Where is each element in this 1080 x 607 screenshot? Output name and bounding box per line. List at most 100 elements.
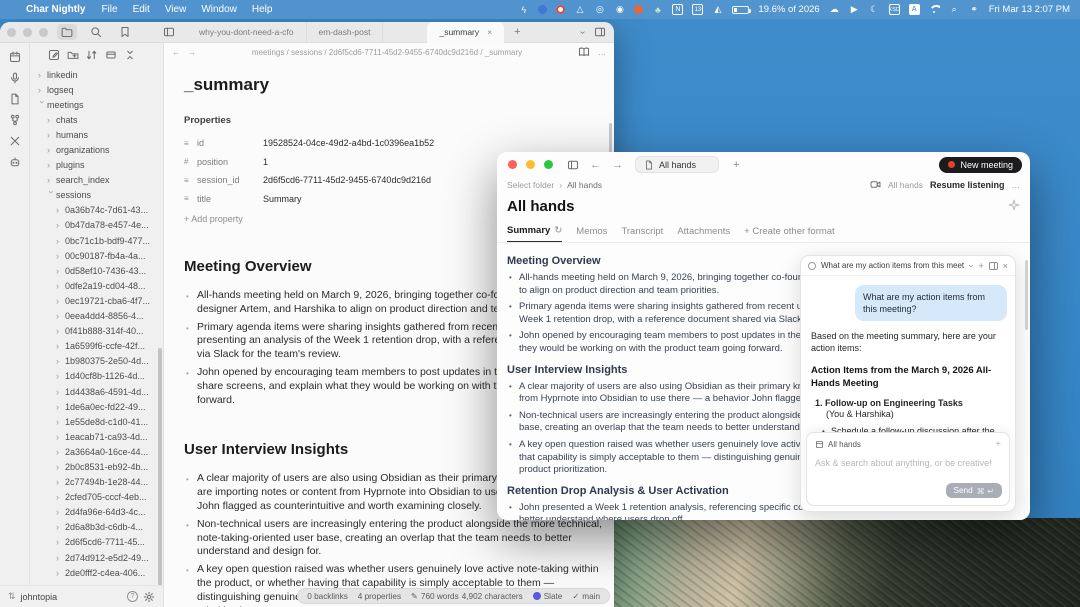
chevron-right-icon[interactable]: ›: [56, 568, 65, 578]
dice-x-icon[interactable]: [9, 135, 21, 147]
tree-icon[interactable]: ♣: [652, 4, 663, 15]
mountain-icon[interactable]: ◭: [712, 4, 723, 15]
explorer-scrollbar[interactable]: [158, 348, 162, 585]
new-chat-icon[interactable]: +: [978, 261, 983, 271]
tree-session-folder[interactable]: ›1d4438a6-4591-4d...: [30, 384, 163, 399]
breadcrumb[interactable]: meetings / sessions / 2d6f5cd6-7711-45d2…: [204, 48, 570, 57]
tab-close-icon[interactable]: ×: [487, 27, 492, 37]
tree-session-folder[interactable]: ›0b47da78-e457-4e...: [30, 218, 163, 233]
app-menu-title[interactable]: Char Nightly: [26, 4, 85, 15]
properties-count[interactable]: 4 properties: [358, 592, 401, 601]
tree-session-folder[interactable]: ›0a36b74c-7d61-43...: [30, 203, 163, 218]
microphone-icon[interactable]: [9, 72, 21, 84]
back-arrow-icon[interactable]: ←: [590, 159, 601, 171]
more-options-icon[interactable]: …: [1012, 180, 1021, 190]
new-tab-button[interactable]: +: [733, 159, 739, 171]
bot-icon[interactable]: [9, 156, 21, 168]
chevron-right-icon[interactable]: ›: [56, 447, 65, 457]
menu-help[interactable]: Help: [252, 4, 273, 15]
tree-folder-sessions[interactable]: ›sessions: [30, 188, 163, 203]
git-branch-label[interactable]: main: [582, 592, 600, 601]
collapse-all-icon[interactable]: [124, 49, 136, 61]
menu-edit[interactable]: Edit: [133, 4, 150, 15]
chat-thread-title[interactable]: What are my action items from this meet.…: [821, 261, 965, 270]
chevron-right-icon[interactable]: ›: [56, 477, 65, 487]
add-context-icon[interactable]: +: [995, 439, 1001, 450]
tree-folder[interactable]: ›logseq: [30, 82, 163, 97]
tree-session-folder[interactable]: ›0dfe2a19-cd04-48...: [30, 278, 163, 293]
chevron-right-icon[interactable]: ›: [56, 356, 65, 366]
tree-session-folder[interactable]: ›2de0fff2-c4ea-406...: [30, 565, 163, 580]
chrome-icon[interactable]: [556, 5, 565, 14]
tree-session-folder[interactable]: ›0d58ef10-7436-43...: [30, 263, 163, 278]
tab-memos[interactable]: Memos: [576, 226, 607, 242]
play-icon[interactable]: ▶: [849, 4, 860, 15]
chevron-right-icon[interactable]: ›: [56, 220, 65, 230]
vault-switcher[interactable]: ⇅ johntopia ?: [0, 585, 163, 607]
firefox-icon[interactable]: [634, 5, 643, 14]
chevron-right-icon[interactable]: ›: [56, 236, 65, 246]
tree-session-folder[interactable]: ›2d6a8b3d-c6db-4...: [30, 520, 163, 535]
context-chip-label[interactable]: All hands: [828, 440, 861, 449]
hyprnote-note-tab[interactable]: All hands: [635, 156, 719, 173]
tab-create-other-format[interactable]: + Create other format: [744, 226, 835, 242]
tree-session-folder[interactable]: ›0f41b888-314f-40...: [30, 324, 163, 339]
files-view-button[interactable]: [57, 24, 77, 40]
tree-folder[interactable]: ›chats: [30, 112, 163, 127]
tree-session-folder[interactable]: ›0bc71c1b-bdf9-477...: [30, 233, 163, 248]
search-icon[interactable]: ⌕: [949, 4, 960, 15]
edit-mode-icon[interactable]: ✎: [411, 591, 418, 601]
help-icon[interactable]: ?: [127, 591, 138, 602]
chevron-right-icon[interactable]: ›: [56, 311, 65, 321]
chevron-right-icon[interactable]: ›: [56, 326, 65, 336]
chevron-right-icon[interactable]: ›: [56, 251, 65, 261]
chevron-right-icon[interactable]: ›: [56, 553, 65, 563]
summary-scrollbar[interactable]: [1025, 260, 1028, 330]
chevron-down-icon[interactable]: ›: [47, 191, 57, 200]
tree-session-folder[interactable]: ›00c90187-fb4a-4a...: [30, 248, 163, 263]
forward-arrow-icon[interactable]: →: [188, 48, 196, 57]
tree-session-folder[interactable]: ›2d4fa96e-64d3-4c...: [30, 505, 163, 520]
record-icon[interactable]: ◎: [594, 4, 605, 15]
tree-folder[interactable]: ›plugins: [30, 158, 163, 173]
chevron-right-icon[interactable]: ›: [47, 175, 56, 185]
tab-why-you-dont-need-a-cfo[interactable]: why-you-dont-need-a-cfo: [187, 22, 307, 43]
chevron-right-icon[interactable]: ›: [56, 432, 65, 442]
search-view-button[interactable]: [86, 24, 106, 40]
tree-session-folder[interactable]: ›1a6599f6-ccfe-42f...: [30, 339, 163, 354]
chevron-right-icon[interactable]: ›: [56, 492, 65, 502]
resume-listening-button[interactable]: Resume listening: [930, 180, 1005, 190]
menu-bar-clock[interactable]: Fri Mar 13 2:07 PM: [989, 4, 1070, 15]
chevron-right-icon[interactable]: ›: [56, 417, 65, 427]
sidebar-toggle-icon[interactable]: [159, 24, 179, 40]
tree-session-folder[interactable]: ›2cfed705-cccf-4eb...: [30, 490, 163, 505]
new-meeting-button[interactable]: New meeting: [939, 157, 1022, 173]
chevron-right-icon[interactable]: ›: [47, 115, 56, 125]
split-panes-icon[interactable]: [594, 26, 606, 38]
send-button[interactable]: Send ⌘ ↵: [946, 483, 1002, 498]
chevron-right-icon[interactable]: ›: [56, 341, 65, 351]
chevron-right-icon[interactable]: ›: [47, 160, 56, 170]
tree-session-folder[interactable]: ›2d6f5cd6-7711-45...: [30, 535, 163, 550]
tree-folder[interactable]: ›humans: [30, 127, 163, 142]
calendar-app-icon[interactable]: 13: [692, 4, 703, 15]
triangle-icon[interactable]: △: [574, 4, 585, 15]
chat-input-placeholder[interactable]: Ask & search about anything, or be creat…: [815, 458, 1001, 468]
refresh-icon[interactable]: ↻: [554, 225, 562, 236]
chevron-right-icon[interactable]: ›: [38, 85, 47, 95]
chevron-right-icon[interactable]: ›: [56, 205, 65, 215]
property-row-id[interactable]: ≡ id 19528524-04ce-49d2-a4bd-1c0396ea1b5…: [184, 134, 614, 153]
git-fork-icon[interactable]: [9, 114, 21, 126]
window-minimize-button[interactable]: [23, 28, 32, 37]
menu-window[interactable]: Window: [201, 4, 237, 15]
sparkle-ai-icon[interactable]: [1008, 199, 1020, 211]
launcher-icon[interactable]: A: [909, 4, 920, 15]
target-icon[interactable]: ◉: [614, 4, 625, 15]
tab-attachments[interactable]: Attachments: [677, 226, 730, 242]
tree-session-folder[interactable]: ›0ec19721-cba6-4f7...: [30, 293, 163, 308]
chevron-right-icon[interactable]: ›: [56, 507, 65, 517]
reading-view-icon[interactable]: [578, 46, 590, 58]
tab-summary[interactable]: Summary↻: [507, 225, 562, 242]
tree-folder[interactable]: ›linkedin: [30, 67, 163, 82]
new-folder-icon[interactable]: [67, 49, 79, 61]
